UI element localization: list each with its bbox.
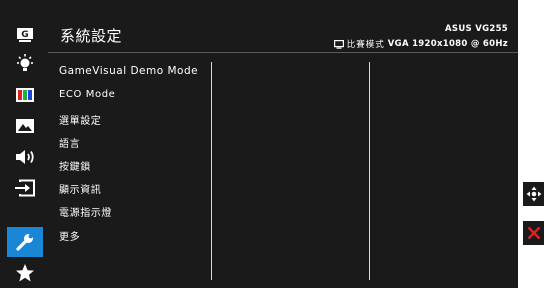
menu-item-osd-setup[interactable]: 選單設定	[59, 112, 101, 127]
sidebar-item-image[interactable]	[7, 111, 43, 141]
sidebar-item-favorite[interactable]	[7, 258, 43, 288]
close-button[interactable]	[523, 221, 544, 245]
gamevisual-badge-letter: G	[21, 30, 28, 40]
sidebar-item-system-setup[interactable]	[7, 227, 43, 257]
input-select-icon	[15, 179, 35, 197]
brightness-icon	[17, 54, 33, 71]
menu-item-gamevisual-demo-mode[interactable]: GameVisual Demo Mode	[59, 65, 198, 77]
sidebar-item-brightness[interactable]	[7, 49, 43, 79]
sidebar-item-gamevisual[interactable]: G	[7, 20, 43, 50]
gamevisual-icon: G	[17, 28, 33, 42]
menu-item-more[interactable]: 更多	[59, 228, 80, 243]
input-resolution: VGA 1920x1080 @ 60Hz	[387, 39, 508, 49]
menu-item-eco-mode[interactable]: ECO Mode	[59, 89, 115, 100]
monitor-icon	[333, 39, 344, 49]
osd-panel: G 系統設定 ASUS VG255 比賽模式 VGA 1920x1080 @ 6…	[0, 0, 518, 288]
column-divider-left	[211, 62, 212, 280]
sidebar-item-sound[interactable]	[7, 142, 43, 172]
close-icon	[527, 226, 541, 240]
menu-item-key-lock[interactable]: 按鍵鎖	[59, 158, 91, 173]
navigation-joystick-button[interactable]	[523, 182, 544, 206]
sidebar-item-input-select[interactable]	[7, 173, 43, 203]
monitor-model: ASUS VG255	[445, 24, 508, 34]
menu-item-language[interactable]: 語言	[59, 135, 80, 150]
sound-icon	[16, 150, 34, 164]
color-icon	[16, 88, 34, 102]
system-setup-icon	[16, 234, 33, 251]
favorite-star-icon	[16, 264, 34, 282]
menu-item-power-indicator[interactable]: 電源指示燈	[59, 204, 112, 219]
game-mode-label: 比賽模式	[346, 40, 385, 50]
image-icon	[16, 119, 34, 133]
header: 系統設定 ASUS VG255 比賽模式 VGA 1920x1080 @ 60H…	[48, 20, 518, 53]
sidebar: G	[7, 20, 43, 288]
sidebar-item-color[interactable]	[7, 80, 43, 110]
column-divider-right	[369, 62, 370, 280]
status-row: 比賽模式 VGA 1920x1080 @ 60Hz	[333, 38, 508, 50]
navigation-joystick-icon	[526, 186, 542, 202]
hardware-button-guide	[519, 0, 544, 288]
page-title: 系統設定	[60, 27, 123, 45]
menu-item-information[interactable]: 顯示資訊	[59, 181, 101, 196]
